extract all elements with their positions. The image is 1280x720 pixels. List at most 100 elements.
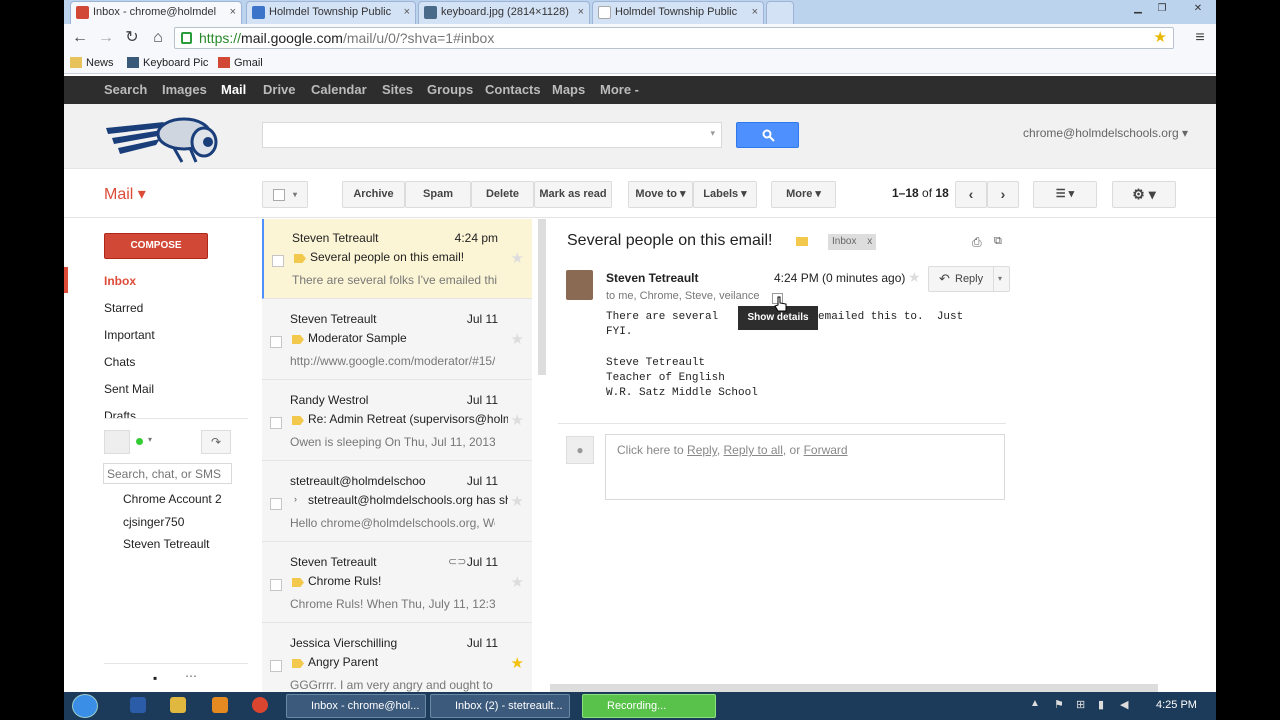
- row-checkbox[interactable]: [270, 660, 282, 672]
- chevron-down-icon[interactable]: ▾: [148, 435, 152, 444]
- gbar-contacts[interactable]: Contacts: [485, 76, 541, 104]
- mark-as-read-button[interactable]: Mark as read: [534, 181, 612, 208]
- horizontal-scrollbar[interactable]: [550, 684, 1158, 692]
- close-icon[interactable]: ×: [404, 2, 410, 23]
- message-row[interactable]: Steven Tetreault Jul 11 Moderator Sample…: [262, 300, 532, 380]
- remove-label-icon[interactable]: x: [867, 236, 872, 247]
- gbar-more[interactable]: More -: [600, 76, 639, 104]
- gbar-sites[interactable]: Sites: [382, 76, 413, 104]
- row-checkbox[interactable]: [270, 417, 282, 429]
- star-icon[interactable]: ★: [511, 330, 524, 348]
- chat-contact[interactable]: Steven Tetreault: [123, 537, 210, 551]
- star-icon[interactable]: ★: [511, 573, 524, 591]
- reply-button[interactable]: ↶ Reply ▾: [928, 266, 1010, 292]
- task-inbox[interactable]: Inbox - chrome@hol...: [286, 694, 426, 718]
- minimize-icon[interactable]: ▁: [1128, 2, 1148, 16]
- clock[interactable]: 4:25 PM: [1156, 699, 1197, 711]
- new-tab-button[interactable]: [766, 1, 794, 24]
- new-window-icon[interactable]: ⧉: [994, 235, 1002, 248]
- row-checkbox[interactable]: [270, 498, 282, 510]
- important-marker-icon[interactable]: [292, 416, 304, 425]
- word-icon[interactable]: [130, 697, 146, 713]
- close-window-icon[interactable]: ✕: [1188, 2, 1208, 16]
- gbar-maps[interactable]: Maps: [552, 76, 585, 104]
- message-row[interactable]: Jessica Vierschilling Jul 11 Angry Paren…: [262, 624, 532, 692]
- tab-holmdel-2[interactable]: Holmdel Township Public ×: [592, 1, 764, 24]
- close-icon[interactable]: ×: [230, 2, 236, 23]
- account-menu[interactable]: chrome@holmdelschools.org ▾: [1023, 126, 1188, 140]
- message-row[interactable]: stetreault@holmdelschoo Jul 11 › stetrea…: [262, 462, 532, 542]
- row-checkbox[interactable]: [272, 255, 284, 267]
- nav-drafts[interactable]: Drafts: [104, 409, 136, 418]
- bookmark-gmail[interactable]: Gmail: [218, 55, 263, 71]
- gbar-groups[interactable]: Groups: [427, 76, 473, 104]
- nav-important[interactable]: Important: [104, 328, 155, 342]
- mail-switcher[interactable]: Mail ▾: [104, 184, 146, 204]
- tab-keyboard[interactable]: keyboard.jpg (2814×1128) ×: [418, 1, 590, 24]
- volume-icon[interactable]: ◀: [1120, 698, 1128, 711]
- more-button[interactable]: More ▾: [771, 181, 836, 208]
- task-recording[interactable]: Recording...: [582, 694, 716, 718]
- close-icon[interactable]: ×: [578, 2, 584, 23]
- important-marker-icon[interactable]: [292, 578, 304, 587]
- address-bar[interactable]: https://mail.google.com/mail/u/0/?shva=1…: [174, 27, 1174, 49]
- gbar-images[interactable]: Images: [162, 76, 207, 104]
- folder-icon[interactable]: [170, 697, 186, 713]
- tab-inbox[interactable]: Inbox - chrome@holmdel ×: [70, 1, 242, 24]
- chevron-down-icon[interactable]: ▾: [993, 267, 1002, 291]
- gbar-mail[interactable]: Mail: [221, 76, 246, 104]
- gbar-drive[interactable]: Drive: [263, 76, 296, 104]
- split-pane-button[interactable]: ☰ ▾: [1033, 181, 1097, 208]
- reload-icon[interactable]: ↻: [122, 28, 142, 48]
- call-phone-icon[interactable]: ↷: [201, 430, 231, 454]
- gbar-calendar[interactable]: Calendar: [311, 76, 367, 104]
- star-icon[interactable]: ★: [511, 411, 524, 429]
- search-input[interactable]: ▾: [262, 122, 722, 148]
- nav-chats[interactable]: Chats: [104, 355, 135, 369]
- list-scrollbar[interactable]: [538, 219, 546, 375]
- move-to-button[interactable]: Move to ▾: [628, 181, 693, 208]
- start-button[interactable]: [72, 694, 98, 718]
- compose-button[interactable]: COMPOSE: [104, 233, 208, 259]
- chat-bubble-icon[interactable]: ▪: [153, 671, 157, 685]
- important-marker-icon[interactable]: [292, 659, 304, 668]
- network-icon[interactable]: ⊞: [1076, 698, 1085, 711]
- nav-inbox[interactable]: Inbox: [104, 274, 136, 288]
- home-icon[interactable]: ⌂: [148, 28, 168, 48]
- signal-icon[interactable]: ▮: [1098, 698, 1104, 711]
- labels-button[interactable]: Labels ▾: [693, 181, 757, 208]
- search-options-icon[interactable]: ▾: [710, 128, 715, 139]
- select-all-checkbox[interactable]: ▾: [262, 181, 308, 208]
- chrome-icon[interactable]: [252, 697, 268, 713]
- avatar[interactable]: [104, 430, 130, 454]
- row-checkbox[interactable]: [270, 336, 282, 348]
- star-icon[interactable]: ★: [511, 492, 524, 510]
- print-icon[interactable]: ⎙: [972, 235, 982, 250]
- reply-all-link[interactable]: Reply to all: [724, 443, 783, 457]
- sender-name[interactable]: Steven Tetreault: [606, 271, 698, 285]
- status-online-icon[interactable]: [136, 438, 143, 445]
- archive-button[interactable]: Archive: [342, 181, 405, 208]
- gbar-search[interactable]: Search: [104, 76, 147, 104]
- chat-contact[interactable]: Chrome Account 2: [123, 492, 222, 506]
- bookmark-star-icon[interactable]: ★: [1154, 28, 1167, 48]
- star-icon[interactable]: ★: [511, 654, 524, 672]
- star-icon[interactable]: ★: [511, 249, 524, 267]
- bookmark-keyboard-pic[interactable]: Keyboard Pic: [127, 55, 208, 71]
- search-button[interactable]: [736, 122, 799, 148]
- star-icon[interactable]: ★: [908, 269, 921, 286]
- chat-search-input[interactable]: [103, 463, 232, 484]
- close-icon[interactable]: ×: [752, 2, 758, 23]
- newer-button[interactable]: ‹: [955, 181, 987, 208]
- task-inbox-2[interactable]: Inbox (2) - stetreault...: [430, 694, 570, 718]
- tab-holmdel-1[interactable]: Holmdel Township Public ×: [246, 1, 416, 24]
- back-icon[interactable]: ←: [70, 28, 90, 48]
- nav-sent-mail[interactable]: Sent Mail: [104, 382, 154, 396]
- show-hidden-icons[interactable]: ▲: [1030, 698, 1040, 709]
- important-marker-icon[interactable]: [292, 335, 304, 344]
- forward-link[interactable]: Forward: [804, 443, 848, 457]
- spam-button[interactable]: Spam: [405, 181, 471, 208]
- message-row[interactable]: Steven Tetreault 4:24 pm Several people …: [262, 219, 532, 299]
- important-marker-icon[interactable]: [294, 254, 306, 263]
- bookmark-news[interactable]: News: [70, 55, 114, 71]
